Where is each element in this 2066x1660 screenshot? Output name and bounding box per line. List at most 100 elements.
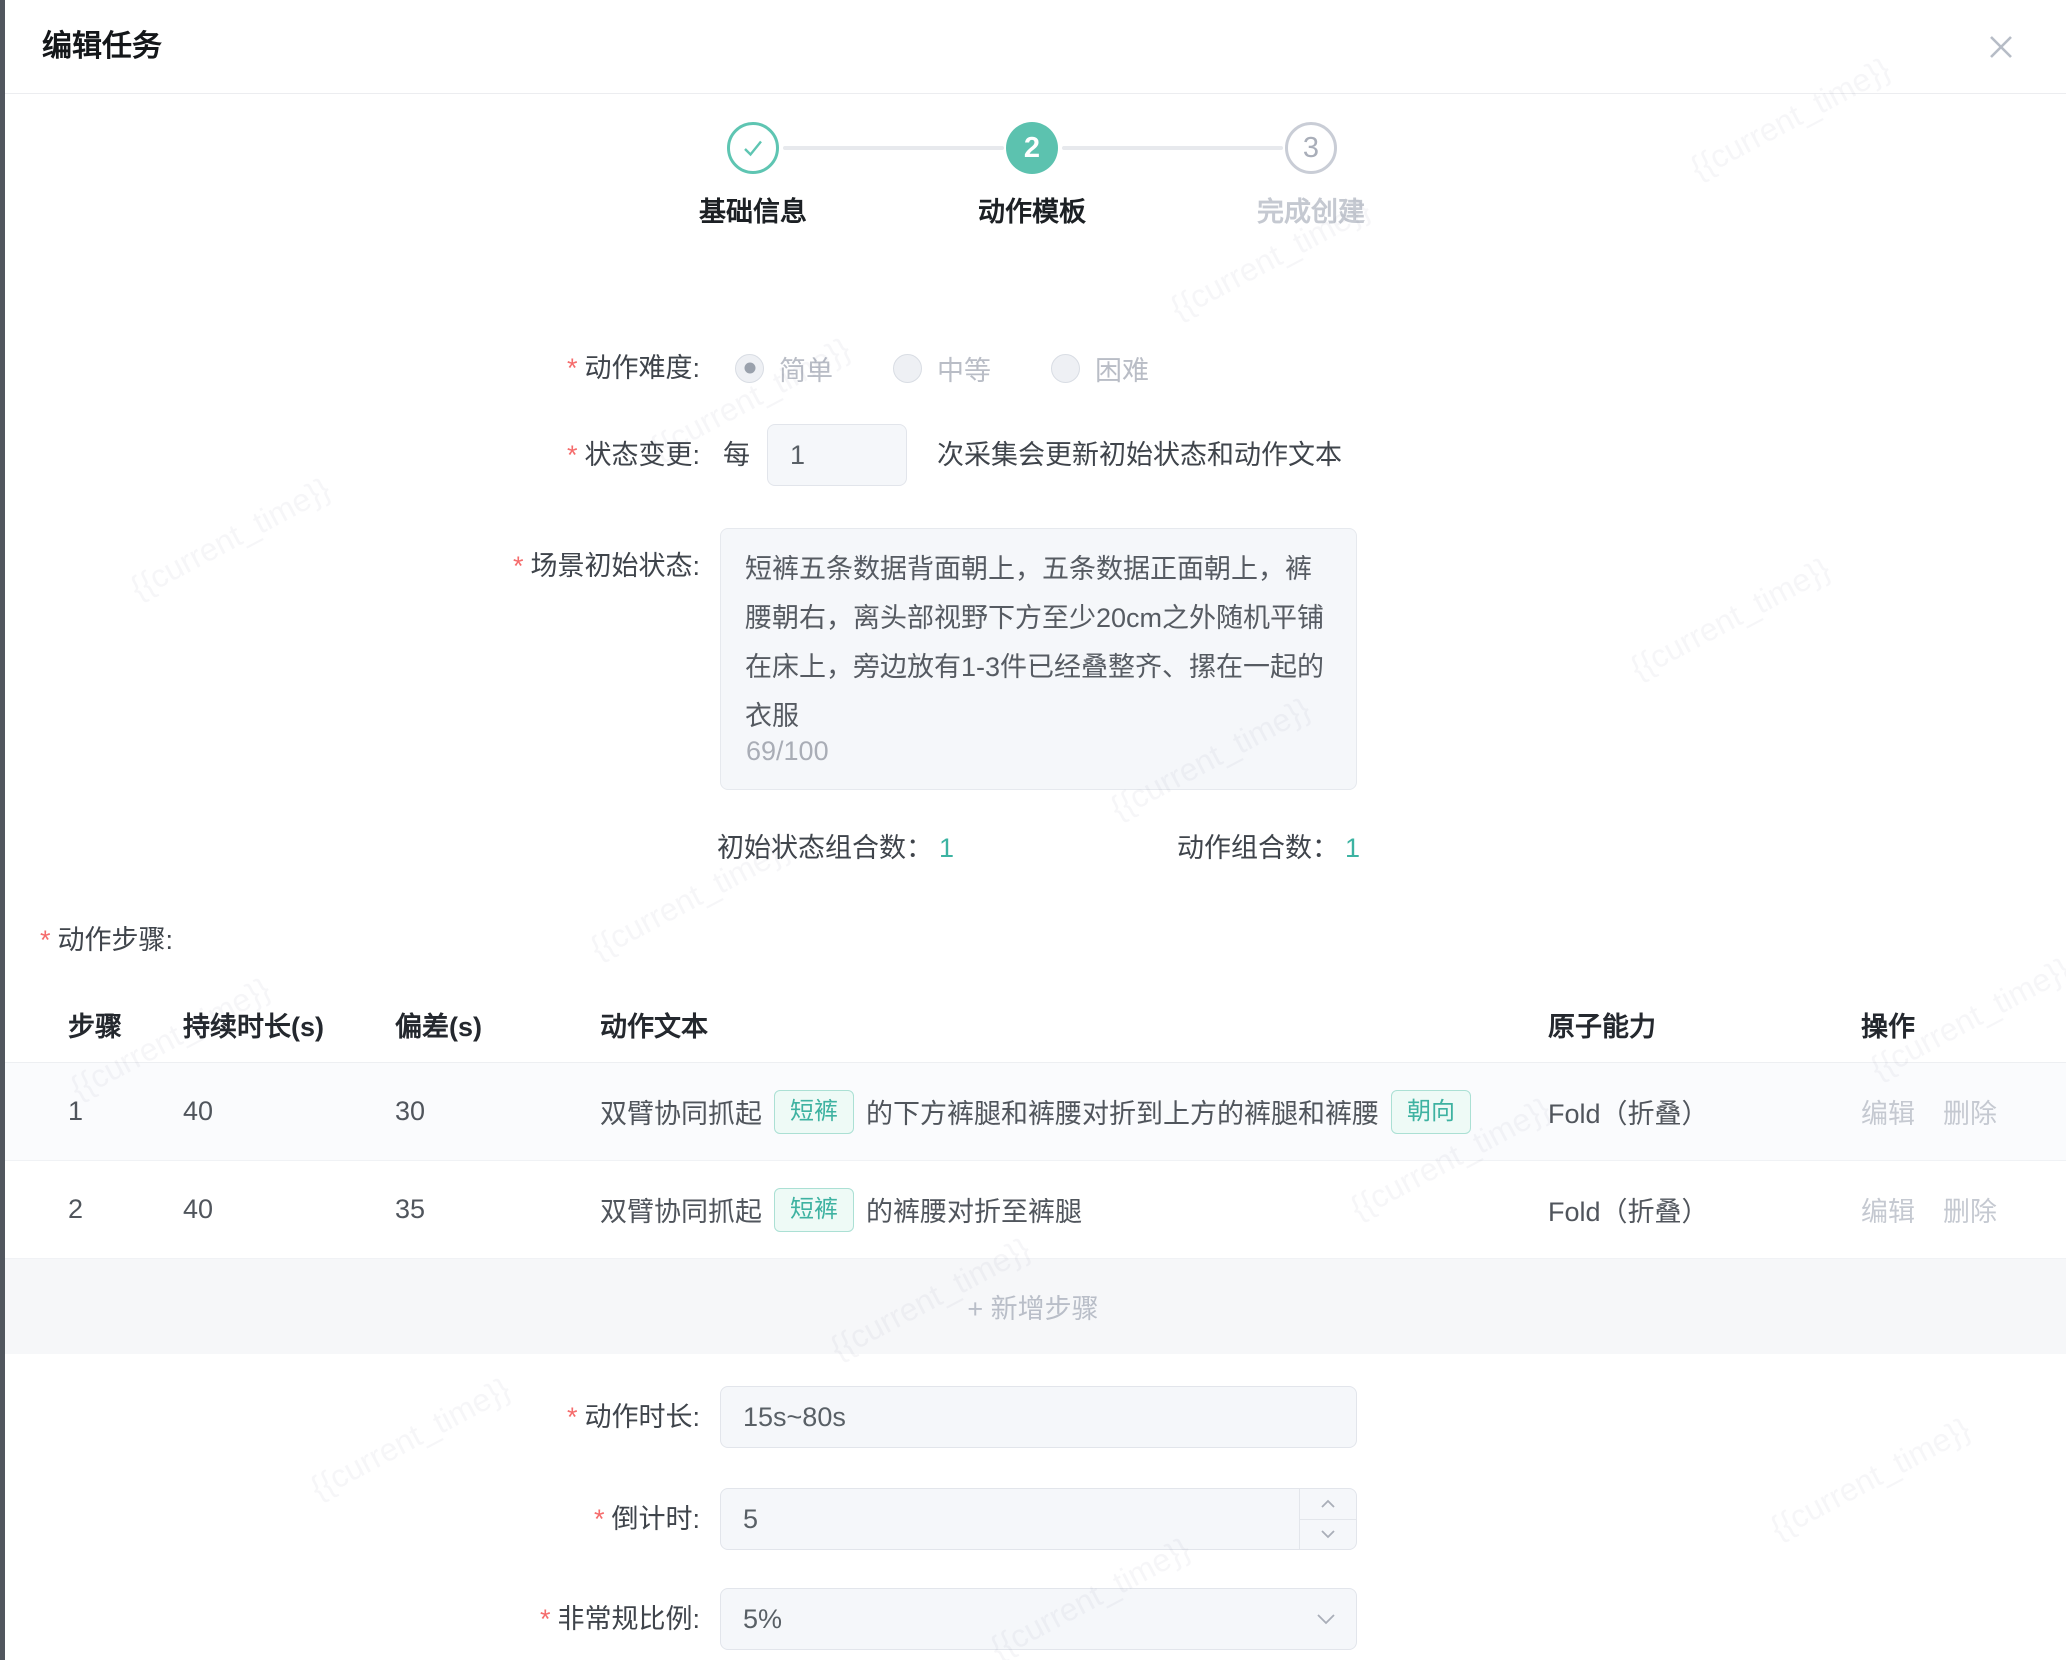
row-atomic-ability: Fold（折叠） (1548, 1161, 1843, 1258)
step-1-label: 基础信息 (623, 190, 883, 229)
row-action-text: 双臂协同抓起 短裤 的裤腰对折至裤腿 (600, 1161, 1540, 1258)
unusual-ratio-row: *非常规比例: 5% (0, 1588, 2066, 1650)
step-connector (783, 146, 1004, 150)
initial-combos-value: 1 (939, 833, 954, 863)
state-change-row: *状态变更: 每 1 次采集会更新初始状态和动作文本 (0, 424, 2066, 486)
close-icon (1984, 30, 2018, 64)
action-combos: 动作组合数：1 (1177, 826, 1360, 865)
difficulty-radio-group: 简单 中等 困难 (735, 338, 1149, 398)
step-connector (1062, 146, 1283, 150)
header-deviation: 偏差(s) (395, 986, 580, 1062)
state-change-value: 1 (790, 440, 805, 471)
initial-combos-label: 初始状态组合数： (717, 833, 933, 863)
unusual-ratio-label: *非常规比例: (0, 1588, 700, 1650)
initial-state-row: *场景初始状态: (0, 528, 2066, 790)
row-deviation: 35 (395, 1161, 580, 1258)
table-row: 1 40 30 双臂协同抓起 短裤 的下方裤腿和裤腰对折到上方的裤腿和裤腰 朝向… (0, 1063, 2066, 1161)
delete-link[interactable]: 删除 (1943, 1092, 1997, 1131)
page-edge (0, 0, 5, 1660)
step-3-circle[interactable]: 3 (1285, 122, 1337, 174)
action-duration-value: 15s~80s (743, 1402, 846, 1433)
countdown-value: 5 (743, 1504, 758, 1535)
row-atomic-ability: Fold（折叠） (1548, 1063, 1843, 1160)
radio-easy-label: 简单 (779, 349, 833, 388)
add-step-button[interactable]: + 新增步骤 (0, 1259, 2066, 1354)
required-star: * (594, 1504, 605, 1534)
row-duration: 40 (183, 1161, 378, 1258)
initial-combos: 初始状态组合数：1 (717, 826, 954, 865)
countdown-row: *倒计时: 5 (0, 1488, 2066, 1550)
action-text-part: 的裤腰对折至裤腿 (866, 1190, 1082, 1229)
required-star: * (567, 440, 578, 470)
dialog-header: 编辑任务 (0, 0, 2066, 94)
step-3-number: 3 (1303, 132, 1319, 165)
row-step: 2 (68, 1161, 163, 1258)
radio-circle (1051, 354, 1080, 383)
countdown-label: *倒计时: (0, 1488, 700, 1550)
required-star: * (513, 551, 524, 581)
header-atomic-ability: 原子能力 (1548, 986, 1843, 1062)
required-star: * (40, 925, 51, 955)
object-tag: 短裤 (774, 1090, 854, 1134)
row-operations: 编辑 删除 (1861, 1161, 2056, 1258)
action-combos-label: 动作组合数： (1177, 833, 1339, 863)
step-2-label: 动作模板 (902, 190, 1162, 229)
header-operation: 操作 (1861, 986, 2056, 1062)
action-steps-section-label: *动作步骤: (40, 918, 173, 957)
chevron-down-icon (1316, 1613, 1336, 1625)
unusual-ratio-value: 5% (743, 1604, 782, 1635)
header-action-text: 动作文本 (600, 986, 1540, 1062)
radio-easy[interactable]: 简单 (735, 349, 833, 388)
required-star: * (567, 1402, 578, 1432)
spinner-down-button[interactable] (1300, 1520, 1356, 1550)
difficulty-row: *动作难度: 简单 中等 困难 (0, 338, 2066, 398)
action-combos-value: 1 (1345, 833, 1360, 863)
action-text-part: 双臂协同抓起 (600, 1190, 762, 1229)
difficulty-label: *动作难度: (0, 338, 700, 398)
delete-link[interactable]: 删除 (1943, 1190, 1997, 1229)
action-duration-input[interactable]: 15s~80s (720, 1386, 1357, 1448)
radio-circle (893, 354, 922, 383)
radio-hard-label: 困难 (1095, 349, 1149, 388)
action-duration-row: *动作时长: 15s~80s (0, 1386, 2066, 1448)
row-step: 1 (68, 1063, 163, 1160)
radio-hard[interactable]: 困难 (1051, 349, 1149, 388)
chevron-up-icon (1320, 1499, 1336, 1509)
number-spinner (1299, 1489, 1356, 1549)
state-change-suffix: 次采集会更新初始状态和动作文本 (937, 424, 1342, 486)
edit-link[interactable]: 编辑 (1861, 1092, 1915, 1131)
orientation-tag: 朝向 (1391, 1090, 1471, 1134)
required-star: * (540, 1604, 551, 1634)
radio-circle (735, 354, 764, 383)
step-1-circle[interactable] (727, 122, 779, 174)
spinner-up-button[interactable] (1300, 1489, 1356, 1520)
dialog-title: 编辑任务 (42, 0, 162, 93)
step-2-circle[interactable]: 2 (1006, 122, 1058, 174)
unusual-ratio-select[interactable]: 5% (720, 1588, 1357, 1650)
step-2-number: 2 (1024, 132, 1040, 165)
close-button[interactable] (1982, 28, 2020, 66)
edit-link[interactable]: 编辑 (1861, 1190, 1915, 1229)
row-action-text: 双臂协同抓起 短裤 的下方裤腿和裤腰对折到上方的裤腿和裤腰 朝向 (600, 1063, 1540, 1160)
action-duration-label: *动作时长: (0, 1386, 700, 1448)
combo-counts-row: 初始状态组合数：1 动作组合数：1 (717, 826, 1360, 865)
action-text-part: 的下方裤腿和裤腰对折到上方的裤腿和裤腰 (866, 1092, 1379, 1131)
radio-medium[interactable]: 中等 (893, 349, 991, 388)
check-icon (740, 135, 766, 161)
row-duration: 40 (183, 1063, 378, 1160)
required-star: * (567, 353, 578, 383)
action-steps-table: 步骤 持续时长(s) 偏差(s) 动作文本 原子能力 操作 1 40 30 双臂… (0, 986, 2066, 1354)
header-duration: 持续时长(s) (183, 986, 378, 1062)
header-step: 步骤 (68, 986, 163, 1062)
row-deviation: 30 (395, 1063, 580, 1160)
object-tag: 短裤 (774, 1188, 854, 1232)
chevron-down-icon (1320, 1529, 1336, 1539)
radio-medium-label: 中等 (937, 349, 991, 388)
countdown-input[interactable]: 5 (720, 1488, 1357, 1550)
step-3-label: 完成创建 (1181, 190, 1441, 229)
action-text-part: 双臂协同抓起 (600, 1092, 762, 1131)
state-change-input[interactable]: 1 (767, 424, 907, 486)
state-change-label: *状态变更: (0, 424, 700, 486)
row-operations: 编辑 删除 (1861, 1063, 2056, 1160)
state-change-prefix: 每 (723, 424, 750, 486)
